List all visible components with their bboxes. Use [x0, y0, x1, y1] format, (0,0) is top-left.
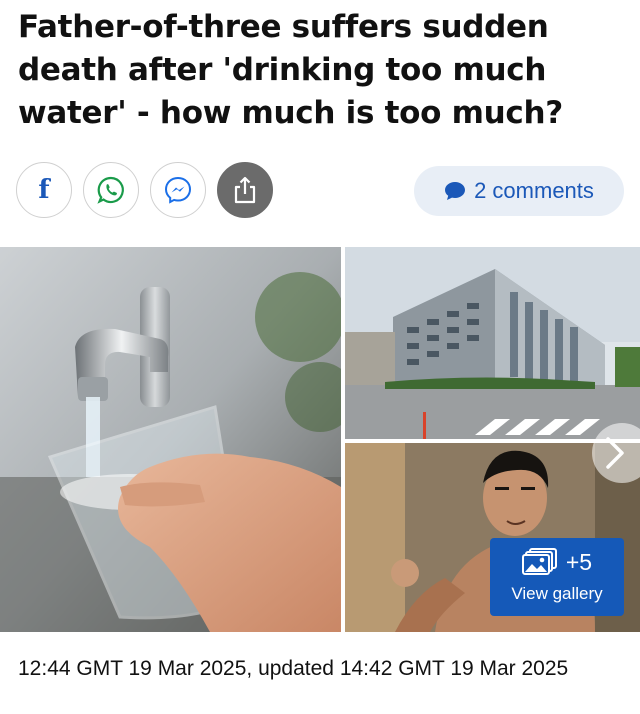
comments-button[interactable]: 2 comments — [414, 166, 624, 216]
chevron-right-icon — [606, 437, 624, 469]
facebook-icon: f — [38, 175, 50, 205]
image-gallery[interactable]: +5 View gallery — [0, 247, 640, 632]
native-share-button[interactable] — [217, 162, 273, 218]
gallery-photos-icon — [521, 548, 557, 575]
share-bar: f 2 comments — [16, 162, 626, 220]
facebook-share-button[interactable]: f — [16, 162, 72, 218]
gallery-image-water-glass[interactable] — [0, 247, 341, 632]
view-gallery-label: View gallery — [511, 584, 603, 603]
article-timestamp: 12:44 GMT 19 Mar 2025, updated 14:42 GMT… — [18, 657, 569, 680]
messenger-share-button[interactable] — [150, 162, 206, 218]
comments-count-label: 2 comments — [474, 178, 594, 203]
gallery-image-hospital-building[interactable] — [345, 247, 640, 439]
messenger-icon — [164, 176, 192, 204]
whatsapp-icon — [97, 176, 124, 204]
whatsapp-share-button[interactable] — [83, 162, 139, 218]
gallery-extra-count: +5 — [565, 548, 593, 575]
article-headline: Father-of-three suffers sudden death aft… — [18, 9, 563, 131]
share-icon — [234, 176, 256, 204]
speech-bubble-icon — [445, 182, 466, 200]
view-gallery-button[interactable]: +5 View gallery — [490, 538, 624, 616]
